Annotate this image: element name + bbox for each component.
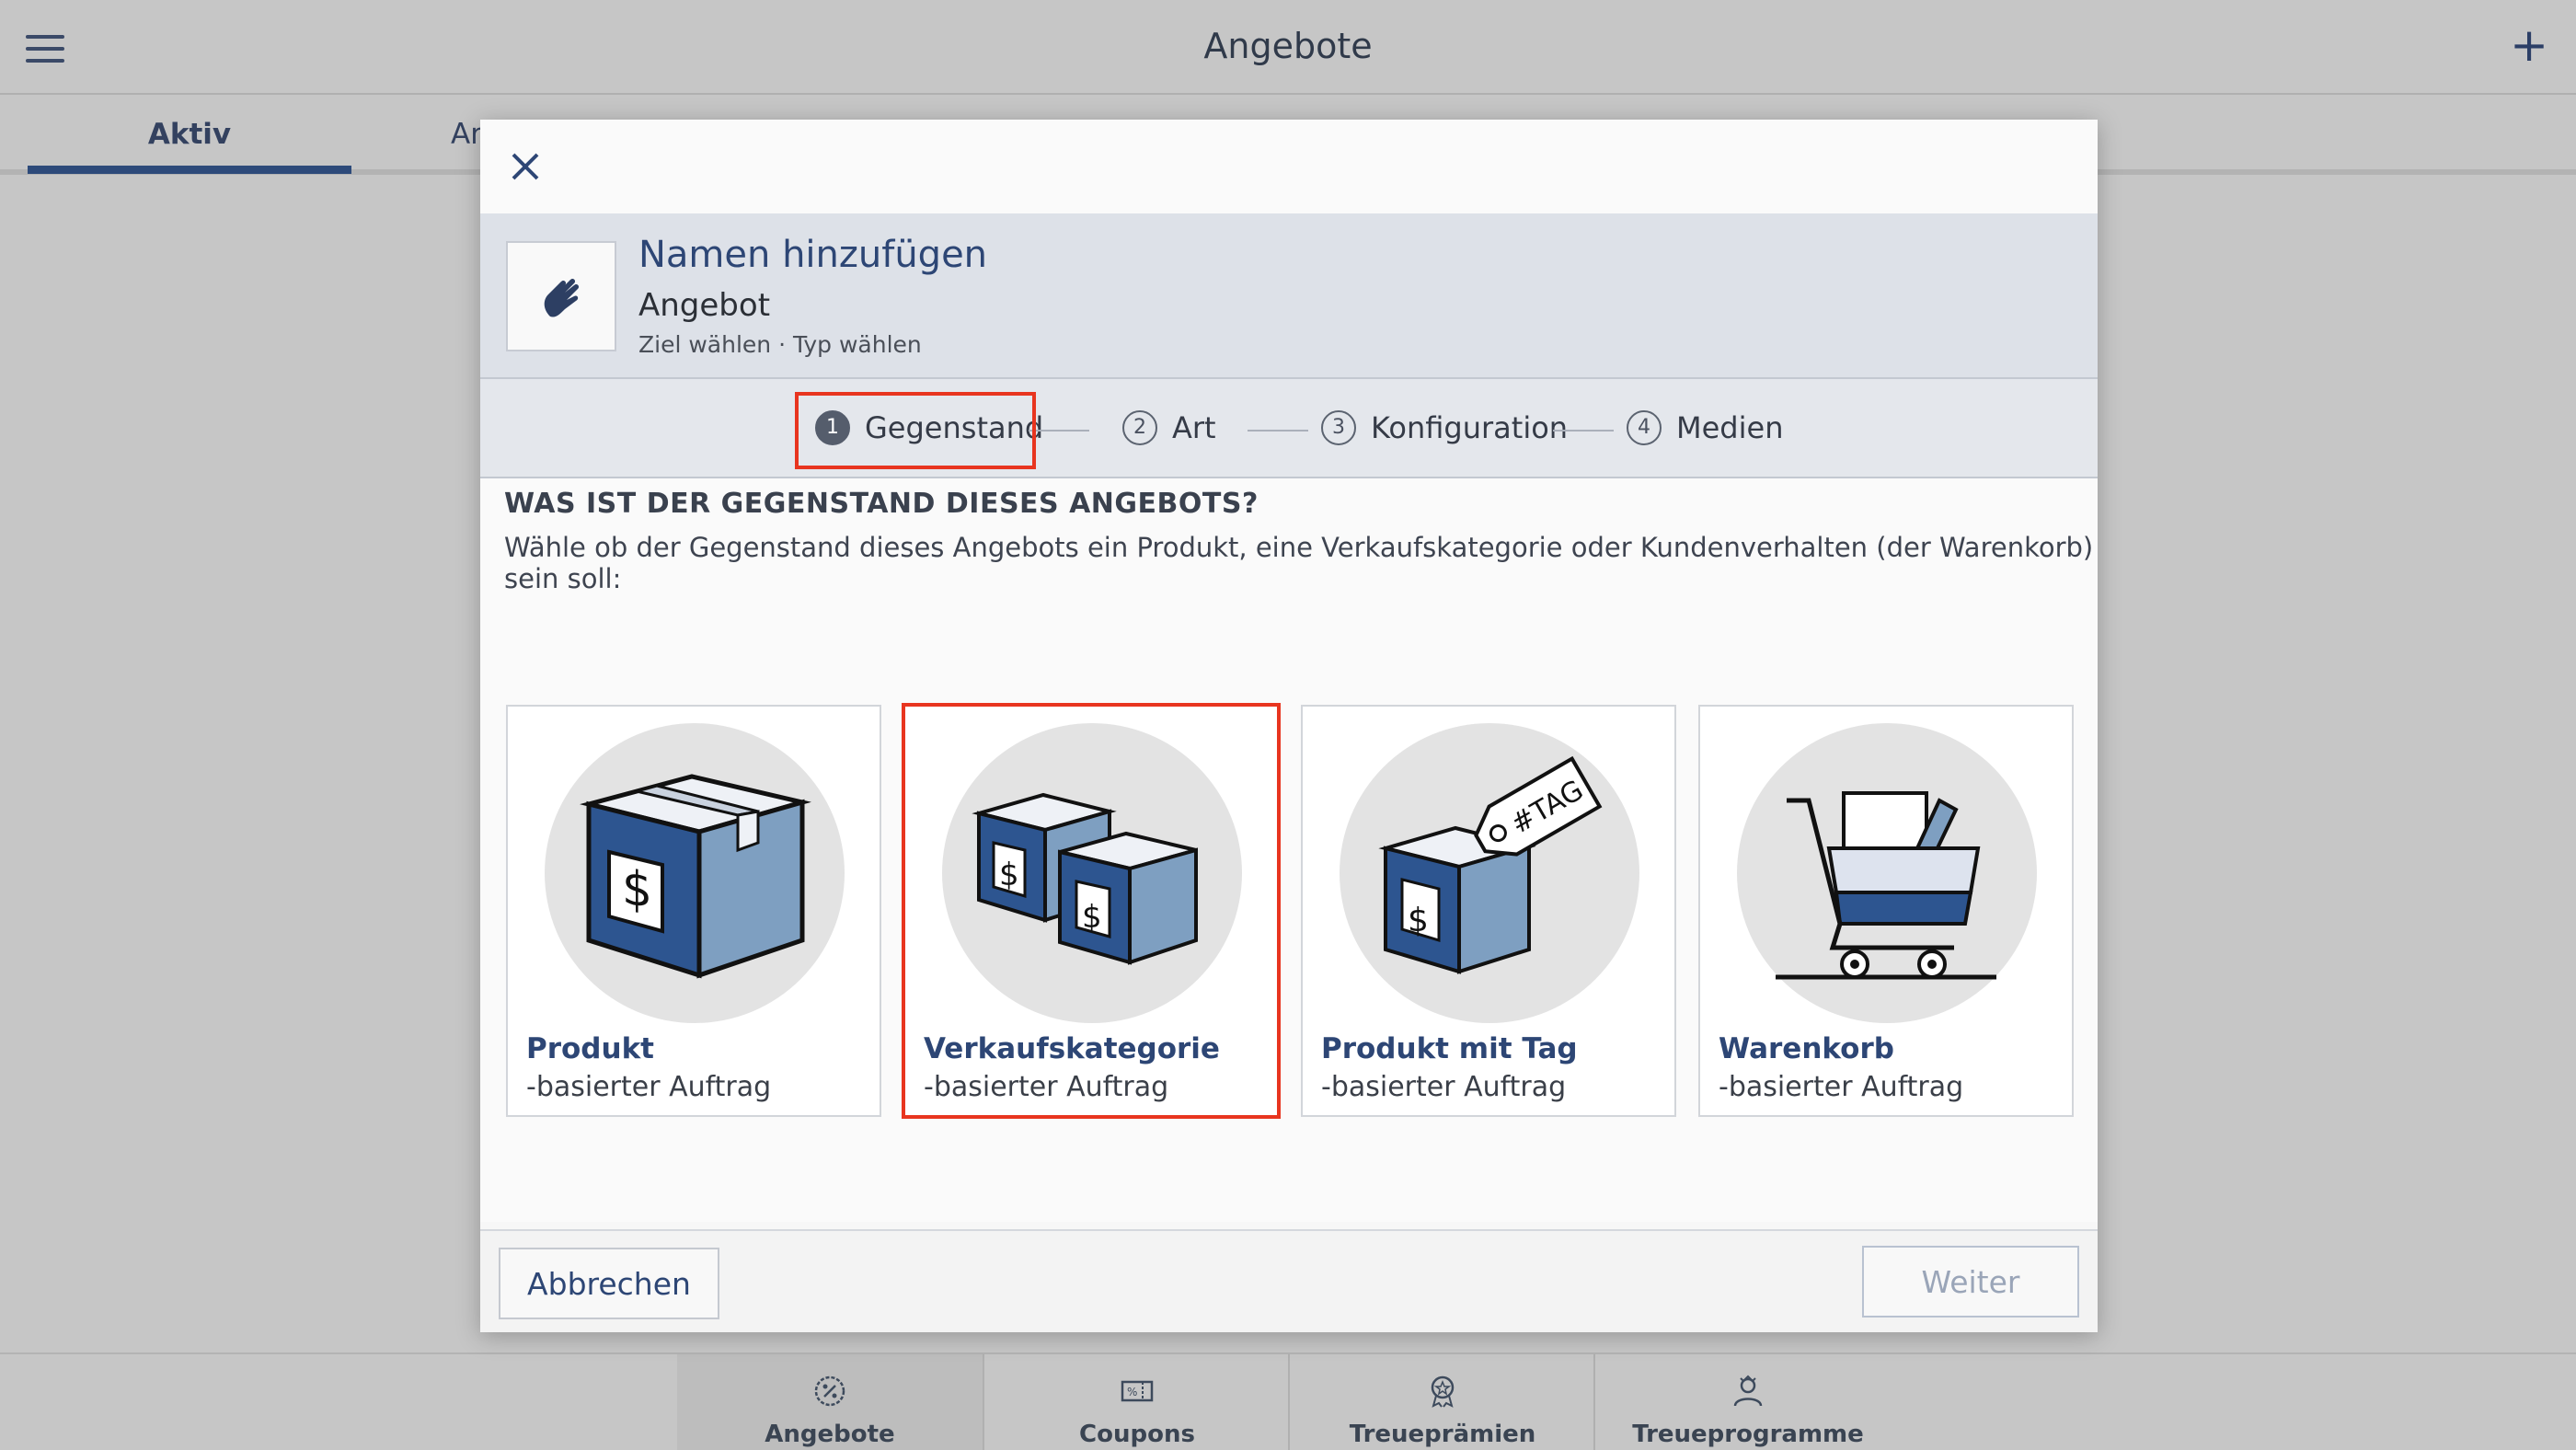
step-connector	[1248, 430, 1308, 432]
option-title: Produkt	[526, 1032, 655, 1065]
dialog-meta: Ziel wählen · Typ wählen	[638, 331, 922, 358]
award-icon	[1431, 1375, 1455, 1408]
coupon-icon: %	[1121, 1380, 1154, 1402]
page-title: Angebote	[1203, 26, 1373, 66]
close-icon[interactable]	[504, 145, 546, 188]
create-offer-dialog: Namen hinzufügen Angebot Ziel wählen · T…	[480, 120, 2098, 1332]
app-bar: Angebote +	[0, 0, 2576, 95]
dialog-subtitle: Angebot	[638, 287, 771, 324]
option-highlight-box	[902, 703, 1281, 1119]
question-heading: WAS IST DER GEGENSTAND DIESES ANGEBOTS?	[504, 488, 1259, 520]
tab-active-indicator	[28, 166, 351, 174]
step-label: Art	[1172, 410, 1216, 445]
step-medien[interactable]: 4 Medien	[1627, 410, 1783, 445]
option-title: Warenkorb	[1719, 1032, 1894, 1065]
step-label: Konfiguration	[1371, 410, 1569, 445]
bottom-nav: Angebote % Coupons Treueprämien Treuepro…	[0, 1352, 2576, 1450]
option-card-produkt-mit-tag[interactable]: $ #TAG Produkt mit Tag -basierter Auftra…	[1301, 705, 1676, 1117]
step-art[interactable]: 2 Art	[1122, 410, 1216, 445]
box-tag-icon: $ #TAG	[1378, 755, 1603, 974]
step-number: 4	[1627, 410, 1662, 445]
bottom-nav-label: Treueprämien	[1349, 1421, 1536, 1448]
bottom-nav-coupons[interactable]: % Coupons	[984, 1354, 1290, 1450]
option-illustration: $	[545, 723, 845, 1023]
svg-text:$: $	[622, 860, 652, 919]
bottom-nav-treuepraemien[interactable]: Treueprämien	[1290, 1354, 1595, 1450]
bottom-nav-label: Coupons	[1079, 1421, 1195, 1448]
step-indicator: 1 Gegenstand 2 Art 3 Konfiguration 4 Med…	[480, 379, 2098, 478]
percent-badge-icon	[814, 1375, 845, 1407]
step-connector	[1029, 430, 1089, 432]
bottom-nav-treueprogramme[interactable]: Treueprogramme	[1595, 1354, 1901, 1450]
dialog-header: Namen hinzufügen Angebot Ziel wählen · T…	[480, 213, 2098, 379]
member-icon	[1733, 1375, 1763, 1407]
add-icon[interactable]: +	[2510, 22, 2548, 68]
svg-text:%: %	[1127, 1386, 1137, 1398]
option-title: Produkt mit Tag	[1321, 1032, 1578, 1065]
step-konfiguration[interactable]: 3 Konfiguration	[1321, 410, 1568, 445]
bottom-nav-label: Angebote	[765, 1421, 895, 1448]
option-subtitle: -basierter Auftrag	[526, 1071, 772, 1103]
tab-second[interactable]: Ar	[451, 118, 482, 151]
option-card-produkt[interactable]: $ Produkt -basierter Auftrag	[506, 705, 881, 1117]
option-illustration: $ #TAG	[1340, 723, 1639, 1023]
next-button[interactable]: Weiter	[1862, 1246, 2079, 1318]
dialog-footer: Abbrechen Weiter	[480, 1229, 2098, 1332]
option-illustration	[1737, 723, 2037, 1023]
shopping-cart-icon	[1776, 791, 1996, 980]
option-card-warenkorb[interactable]: Warenkorb -basierter Auftrag	[1698, 705, 2074, 1117]
step-label: Medien	[1676, 410, 1784, 445]
option-subtitle: -basierter Auftrag	[1719, 1071, 1964, 1103]
bottom-nav-label: Treueprogramme	[1632, 1421, 1864, 1448]
box-dollar-icon: $	[580, 774, 811, 979]
tab-aktiv[interactable]: Aktiv	[28, 118, 351, 151]
hand-icon	[544, 278, 580, 317]
step-number: 3	[1321, 410, 1356, 445]
question-description: Wähle ob der Gegenstand dieses Angebots …	[504, 532, 2094, 594]
dialog-title[interactable]: Namen hinzufügen	[638, 234, 987, 276]
offer-type-thumbnail	[506, 241, 616, 351]
step-highlight-box	[795, 392, 1036, 469]
step-number: 2	[1122, 410, 1157, 445]
option-subtitle: -basierter Auftrag	[1321, 1071, 1567, 1103]
dialog-content: WAS IST DER GEGENSTAND DIESES ANGEBOTS? …	[480, 478, 2098, 1222]
step-connector	[1553, 430, 1614, 432]
svg-text:$: $	[1408, 902, 1429, 939]
dialog-toolbar	[480, 120, 2098, 213]
cancel-button[interactable]: Abbrechen	[499, 1248, 719, 1319]
bottom-nav-angebote[interactable]: Angebote	[677, 1354, 983, 1450]
